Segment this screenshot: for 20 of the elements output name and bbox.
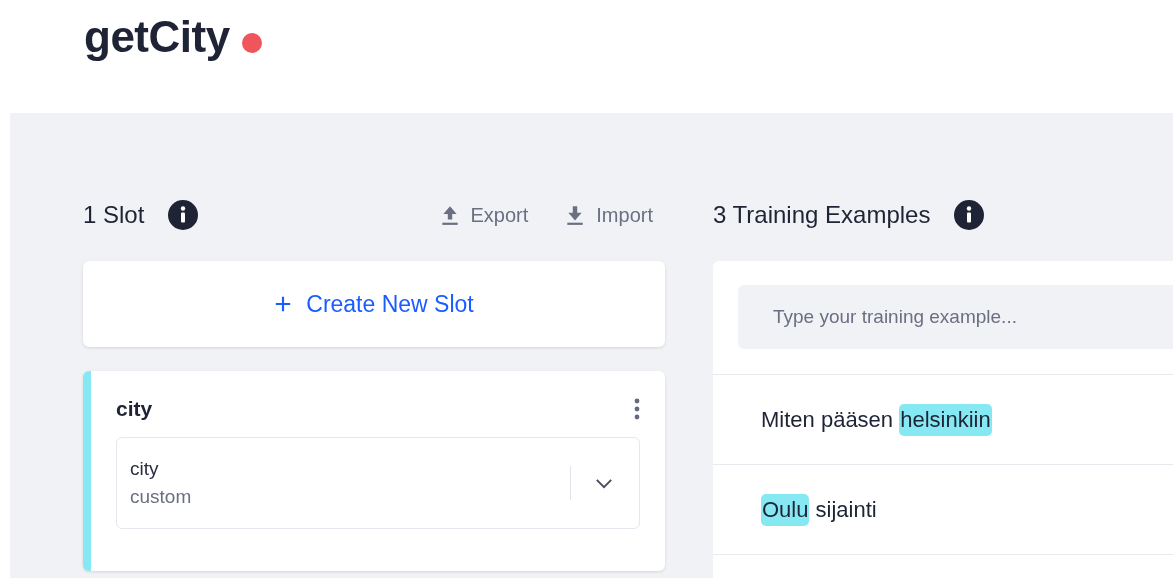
entity-select[interactable]: city custom xyxy=(116,437,640,529)
chevron-down-icon xyxy=(595,477,613,489)
example-text: sijainti xyxy=(814,496,877,523)
entity-type: custom xyxy=(130,486,192,508)
info-icon[interactable] xyxy=(954,200,985,230)
example-input[interactable]: Type your training example... xyxy=(738,285,1173,349)
slot-highlight[interactable]: helsinkiin xyxy=(899,403,992,436)
export-button[interactable]: Export xyxy=(438,203,529,227)
info-icon[interactable] xyxy=(168,200,199,230)
plus-icon xyxy=(274,295,293,313)
import-button[interactable]: Import xyxy=(564,203,653,227)
slot-highlight[interactable]: Oulu xyxy=(761,493,810,526)
panel-heading: 1 Slot xyxy=(83,201,145,229)
more-icon[interactable] xyxy=(634,398,640,420)
panel-heading: 3 Training Examples xyxy=(713,201,931,229)
create-slot-button[interactable]: Create New Slot xyxy=(83,261,665,347)
entity-name: city xyxy=(130,458,159,480)
page-title: getCity xyxy=(84,12,230,62)
example-text: Miten pääsen xyxy=(761,406,895,433)
slot-name: city xyxy=(116,397,153,421)
